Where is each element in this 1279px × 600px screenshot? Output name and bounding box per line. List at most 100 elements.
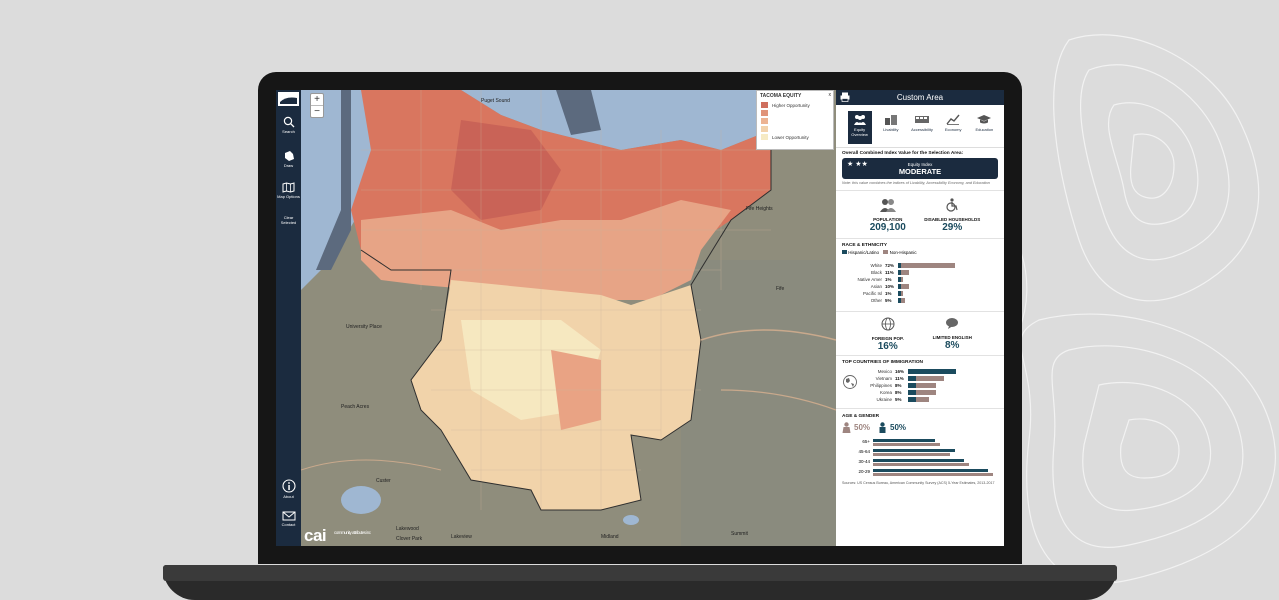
- country-pct: 8%: [895, 390, 902, 395]
- info-icon: [281, 479, 296, 493]
- country-pct: 16%: [895, 369, 905, 374]
- globe-icon: [881, 317, 895, 331]
- place-label: Fife: [776, 286, 785, 292]
- about-button[interactable]: About: [276, 479, 301, 499]
- male-bar: [873, 469, 989, 472]
- search-button[interactable]: Search: [276, 116, 301, 134]
- population-value: 209,100: [869, 222, 906, 233]
- race-name: Native Amer: [857, 277, 882, 282]
- age-gender-section: AGE & GENDER 50% 50% 65+ 45-64 30-44 20-29: [836, 409, 1004, 481]
- brand-name: cai: [304, 526, 327, 545]
- tab-accessibility[interactable]: Accessibility: [910, 111, 934, 147]
- male-icon: [879, 422, 886, 433]
- country-name: Ukraine: [876, 397, 892, 402]
- place-label: Lakeview: [451, 534, 472, 540]
- brand-logo: cai community attributes inc: [304, 526, 371, 545]
- race-bar: [898, 277, 903, 282]
- panel-tabs: Equity Overview Livability Accessibility…: [836, 105, 1004, 148]
- map-legend: x TACOMA EQUITY Higher Opportunity Lower…: [756, 90, 834, 150]
- contact-label: Contact: [281, 522, 296, 527]
- race-pct: 1%: [885, 291, 892, 296]
- contact-button[interactable]: Contact: [276, 511, 301, 527]
- brand-subtitle: community attributes inc: [334, 530, 371, 535]
- female-pct: 50%: [854, 423, 871, 432]
- place-label: Lakewood: [396, 526, 419, 532]
- draw-button[interactable]: Draw: [276, 150, 301, 168]
- legend-swatch: [761, 126, 768, 132]
- race-name: Pacific Isl: [862, 291, 882, 296]
- zoom-control: + −: [310, 93, 324, 118]
- map-options-button[interactable]: Map Options: [276, 182, 301, 199]
- female-bar: [873, 473, 993, 476]
- immigration-bars: Mexico 16% Vietnam 11% Philippines 8% Korea 8% U…: [842, 368, 998, 403]
- map-icon: [282, 182, 295, 193]
- legend-item-label: Higher Opportunity: [772, 102, 810, 108]
- immigration-row: Ukraine 5%: [842, 396, 998, 403]
- tab-label: Education: [975, 127, 994, 132]
- race-name: Black: [870, 270, 882, 275]
- race-name: White: [870, 263, 882, 268]
- overall-heading: Overall Combined Index Value for the Sel…: [842, 151, 964, 156]
- clear-selected-button[interactable]: Clear Selected: [276, 215, 301, 225]
- map-view[interactable]: University Place Peach Acres Lakewood Cu…: [301, 90, 836, 546]
- speech-bubble-icon: [946, 318, 959, 329]
- tab-equity-overview[interactable]: Equity Overview: [847, 111, 872, 144]
- race-bar: [898, 263, 955, 268]
- limited-english-stat: LIMITED ENGLISH 8%: [922, 317, 982, 351]
- race-row: Asian 10%: [842, 283, 998, 290]
- left-toolbar: Search Draw Map Options Clear Selected A…: [276, 90, 301, 546]
- age-bars: 65+ 45-64 30-44 20-29: [842, 438, 998, 478]
- race-name: Asian: [870, 284, 882, 289]
- place-label: Clover Park: [396, 536, 423, 542]
- hispanic-swatch: [842, 250, 847, 254]
- race-bar: [898, 298, 905, 303]
- race-legend: Hispanic/Latino Non-Hispanic: [842, 250, 998, 255]
- country-bar: [908, 390, 936, 395]
- place-label: Midland: [601, 534, 619, 540]
- female-bar: [873, 453, 950, 456]
- disabled-stat: DISABLED HOUSEHOLDS 29%: [922, 198, 982, 233]
- search-label: Search: [282, 129, 295, 134]
- place-label: University Place: [346, 324, 382, 330]
- country-pct: 5%: [895, 397, 902, 402]
- tab-economy[interactable]: Economy: [941, 111, 965, 147]
- legend-close-button[interactable]: x: [829, 92, 832, 98]
- map-options-label: Map Options: [277, 194, 300, 199]
- legend-swatch: [761, 134, 768, 140]
- immigration-row: Philippines 8%: [842, 382, 998, 389]
- equity-index-value: MODERATE: [898, 167, 942, 176]
- legend-non-hispanic: Non-Hispanic: [889, 250, 917, 255]
- non-hispanic-swatch: [883, 250, 889, 254]
- zoom-in-button[interactable]: +: [311, 94, 323, 105]
- language-section: FOREIGN POP. 16% LIMITED ENGLISH 8%: [836, 312, 1004, 356]
- world-icon: [843, 375, 857, 389]
- immigration-row: Mexico 16%: [842, 368, 998, 375]
- print-icon[interactable]: [840, 92, 850, 102]
- race-row: Black 11%: [842, 269, 998, 276]
- chart-icon: [946, 114, 960, 125]
- male-bar: [873, 459, 965, 462]
- race-bar: [898, 284, 909, 289]
- topographic-background: [979, 34, 1276, 584]
- country-name: Philippines: [870, 383, 892, 388]
- equity-index-box: ★ ★★ Equity Index MODERATE: [842, 158, 998, 179]
- tab-livability[interactable]: Livability: [879, 111, 903, 147]
- race-bar: [898, 270, 910, 275]
- age-row: 20-29: [842, 468, 998, 478]
- female-icon: [842, 422, 851, 433]
- legend-item: Higher Opportunity: [757, 101, 833, 109]
- tab-label: Accessibility: [911, 127, 933, 132]
- zoom-out-button[interactable]: −: [311, 105, 323, 117]
- tab-education[interactable]: Education: [972, 111, 996, 147]
- tab-label: Livability: [883, 127, 899, 132]
- race-bars: White 72% Black 11% Native Amer 1% Asian 10% Pac…: [842, 262, 998, 304]
- foreign-stat: FOREIGN POP. 16%: [858, 317, 918, 352]
- people-icon: [853, 115, 866, 125]
- country-bar: [908, 383, 936, 388]
- place-label: Custer: [376, 478, 391, 484]
- laptop-base-edge: [163, 565, 1117, 581]
- female-bar: [873, 443, 941, 446]
- age-row: 30-44: [842, 458, 998, 468]
- age-row: 45-64: [842, 448, 998, 458]
- age-name: 20-29: [858, 469, 870, 474]
